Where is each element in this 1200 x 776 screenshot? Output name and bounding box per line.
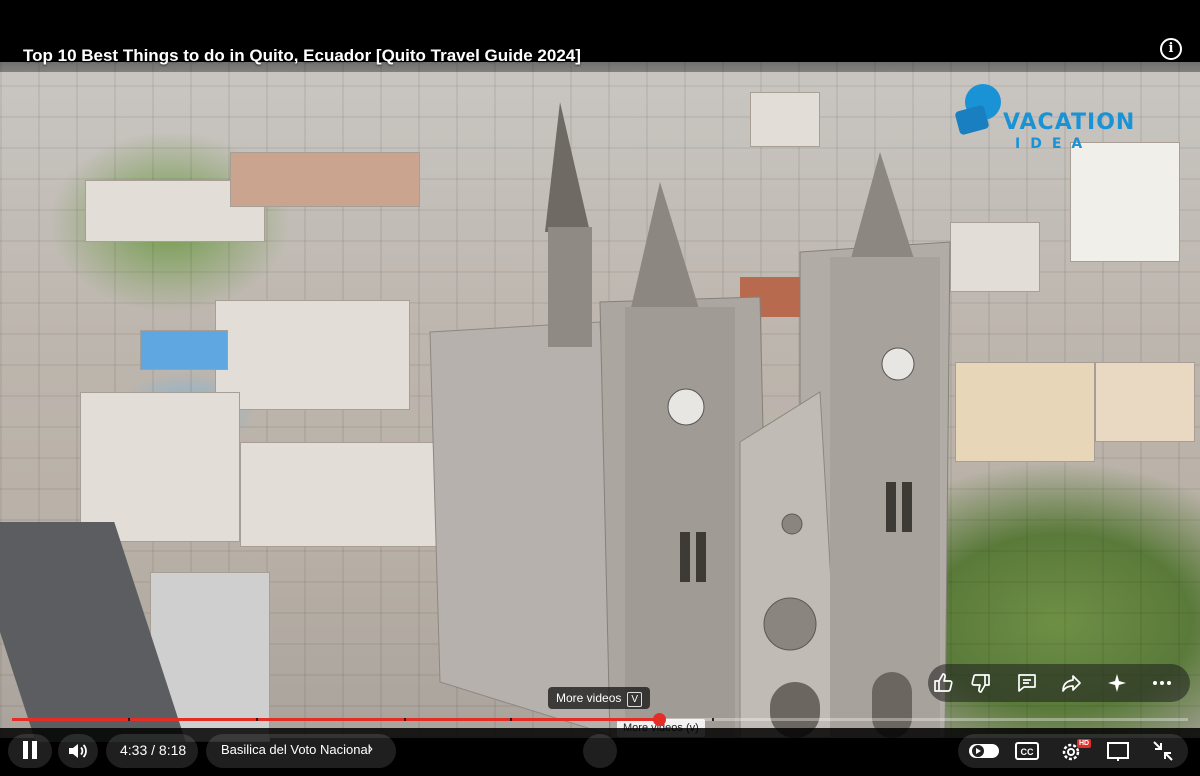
- exit-fullscreen-icon[interactable]: [1150, 738, 1176, 764]
- scrubber-handle[interactable]: [652, 713, 666, 726]
- logo-text-vacation: VACATION: [1003, 110, 1136, 135]
- video-title[interactable]: Top 10 Best Things to do in Quito, Ecuad…: [23, 46, 581, 66]
- pause-icon: [21, 741, 39, 759]
- miniplayer-icon[interactable]: [1105, 738, 1131, 764]
- chapter-marker: [256, 718, 258, 721]
- chevron-right-icon: ›: [368, 740, 373, 757]
- chapter-marker: [128, 718, 130, 721]
- chapter-marker: [510, 718, 512, 721]
- progress-played: [12, 718, 659, 721]
- chapter-marker: [404, 718, 406, 721]
- suitcase-globe-icon: [955, 84, 1001, 135]
- time-display: 4:33 / 8:18: [120, 742, 186, 758]
- basilica-illustration: [429, 102, 951, 738]
- duration: 8:18: [158, 742, 187, 758]
- sparkle-icon[interactable]: [1105, 671, 1129, 695]
- logo-text-idea: IDEA: [1015, 136, 1093, 152]
- video-frame[interactable]: VACATION IDEA: [0, 62, 1200, 742]
- info-icon[interactable]: i: [1160, 38, 1182, 60]
- center-control: [583, 734, 617, 768]
- autoplay-toggle-icon[interactable]: [968, 738, 1000, 764]
- thumbs-up-icon[interactable]: [932, 671, 956, 695]
- chapter-title: Basilica del Voto Nacional: [221, 742, 371, 757]
- more-videos-label: More videos: [556, 691, 622, 705]
- volume-icon: [69, 744, 87, 758]
- progress-bar[interactable]: [12, 713, 1188, 726]
- chapter-marker: [712, 718, 714, 721]
- shortcut-key: V: [627, 692, 643, 707]
- captions-icon[interactable]: CC: [1014, 738, 1040, 764]
- video-player[interactable]: VACATION IDEA Top 10 Best Things to do i…: [0, 0, 1200, 776]
- thumbs-down-icon[interactable]: [968, 671, 992, 695]
- action-pill: [928, 664, 1190, 702]
- current-time: 4:33: [120, 742, 148, 758]
- vacation-idea-logo: VACATION IDEA: [955, 80, 1155, 160]
- time-separator: /: [147, 742, 159, 758]
- more-icon[interactable]: [1150, 671, 1174, 695]
- more-videos-button[interactable]: More videos V: [548, 687, 651, 709]
- svg-text:CC: CC: [1021, 747, 1034, 757]
- share-icon[interactable]: [1059, 671, 1083, 695]
- comment-icon[interactable]: [1015, 671, 1039, 695]
- hd-badge: HD: [1077, 739, 1092, 748]
